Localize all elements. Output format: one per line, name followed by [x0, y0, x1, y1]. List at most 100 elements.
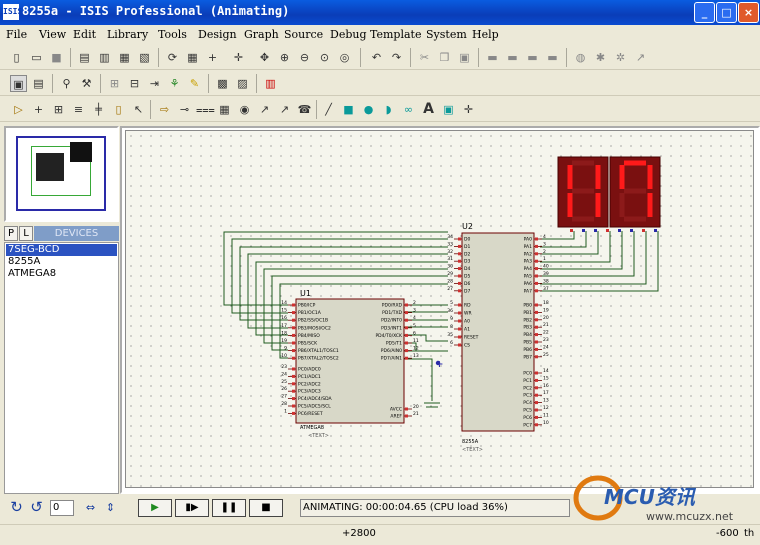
- subcircuit-icon[interactable]: ▯: [110, 101, 127, 118]
- tape-recorder-icon[interactable]: ▦: [216, 101, 233, 118]
- rotate-clockwise-icon[interactable]: ↻: [8, 499, 25, 516]
- text-script-icon[interactable]: ≡: [70, 101, 87, 118]
- menu-help[interactable]: Help: [472, 28, 499, 41]
- arc-tool-icon[interactable]: ◗: [380, 101, 397, 118]
- cut-icon[interactable]: ✂: [416, 49, 433, 66]
- menu-template[interactable]: Template: [370, 28, 421, 41]
- new-file-icon[interactable]: ▯: [8, 49, 25, 66]
- menu-graph[interactable]: Graph: [244, 28, 279, 41]
- play-button[interactable]: ▶: [138, 499, 172, 517]
- goto-sheet-icon[interactable]: ⇥: [146, 75, 163, 92]
- rotation-angle-input[interactable]: 0: [50, 500, 74, 516]
- menu-source[interactable]: Source: [284, 28, 323, 41]
- menu-tools[interactable]: Tools: [158, 28, 187, 41]
- component-mode-icon[interactable]: ▷: [10, 101, 27, 118]
- mirror-horizontal-icon[interactable]: ⇔: [82, 499, 99, 516]
- minimize-button[interactable]: _: [694, 2, 715, 23]
- package-tool-icon[interactable]: ✲: [612, 49, 629, 66]
- close-button[interactable]: ×: [738, 2, 759, 23]
- selection-mode-icon[interactable]: ↖: [130, 101, 147, 118]
- virtual-instrument-icon[interactable]: ☎: [296, 101, 313, 118]
- center-icon[interactable]: ✛: [230, 49, 247, 66]
- path-tool-icon[interactable]: ∞: [400, 101, 417, 118]
- bus-icon[interactable]: ╪: [90, 101, 107, 118]
- junction-icon[interactable]: +: [30, 101, 47, 118]
- block-delete-icon[interactable]: ▬: [544, 49, 561, 66]
- design-explorer-icon[interactable]: ▨: [234, 75, 251, 92]
- library-manager-button[interactable]: L: [19, 226, 33, 241]
- pin-number: 15: [281, 308, 287, 314]
- symbol-tool-icon[interactable]: ▣: [440, 101, 457, 118]
- import-icon[interactable]: ▤: [76, 49, 93, 66]
- paste-icon[interactable]: ▣: [456, 49, 473, 66]
- device-item[interactable]: ATMEGA8: [6, 268, 117, 280]
- device-item[interactable]: 7SEG-BCD: [6, 244, 117, 256]
- copy-icon[interactable]: ❐: [436, 49, 453, 66]
- grid-icon[interactable]: ▦: [184, 49, 201, 66]
- generator-icon[interactable]: ◉: [236, 101, 253, 118]
- step-button[interactable]: ▮▶: [175, 499, 209, 517]
- export-icon[interactable]: ▥: [96, 49, 113, 66]
- voltage-probe-icon[interactable]: ↗: [256, 101, 273, 118]
- print-icon[interactable]: ▦: [116, 49, 133, 66]
- block-copy-icon[interactable]: ▬: [484, 49, 501, 66]
- redo-icon[interactable]: ↷: [388, 49, 405, 66]
- marker-tool-icon[interactable]: ✛: [460, 101, 477, 118]
- schematic-drawing[interactable]: U1 ATMEGA8 <TEXT> U2 8255A <TEXT> 14 PB0/…: [126, 131, 753, 487]
- pick-devices-button[interactable]: P: [4, 226, 18, 241]
- pin-state-marker: [405, 341, 408, 345]
- menu-file[interactable]: File: [6, 28, 27, 41]
- save-file-icon[interactable]: ■: [48, 49, 65, 66]
- remove-sheet-icon[interactable]: ⊟: [126, 75, 143, 92]
- terminal-icon[interactable]: ⇨: [156, 101, 173, 118]
- refresh-icon[interactable]: ⟳: [164, 49, 181, 66]
- menu-debug[interactable]: Debug: [330, 28, 367, 41]
- text-tool-icon[interactable]: A: [420, 101, 437, 118]
- property-tool-icon[interactable]: ⚒: [78, 75, 95, 92]
- block-rotate-icon[interactable]: ▬: [524, 49, 541, 66]
- menu-view[interactable]: View: [39, 28, 66, 41]
- mirror-vertical-icon[interactable]: ⇕: [102, 499, 119, 516]
- device-item[interactable]: 8255A: [6, 256, 117, 268]
- search-tag-icon[interactable]: ⚲: [58, 75, 75, 92]
- open-file-icon[interactable]: ▭: [28, 49, 45, 66]
- bill-of-materials-icon[interactable]: ✎: [186, 75, 203, 92]
- pick-device-icon[interactable]: ◍: [572, 49, 589, 66]
- pcb-mode-icon[interactable]: ▤: [30, 75, 47, 92]
- schematic-sheet[interactable]: U1 ATMEGA8 <TEXT> U2 8255A <TEXT> 14 PB0/…: [125, 130, 754, 488]
- electrical-check-icon[interactable]: ▩: [214, 75, 231, 92]
- false-origin-icon[interactable]: +: [204, 49, 221, 66]
- menu-edit[interactable]: Edit: [73, 28, 96, 41]
- box-tool-icon[interactable]: ■: [340, 101, 357, 118]
- make-device-icon[interactable]: ✱: [592, 49, 609, 66]
- netlist-icon[interactable]: ⚘: [166, 75, 183, 92]
- new-sheet-icon[interactable]: ⊞: [106, 75, 123, 92]
- zoom-out-icon[interactable]: ⊖: [296, 49, 313, 66]
- rotate-anticlockwise-icon[interactable]: ↺: [28, 499, 45, 516]
- maximize-button[interactable]: □: [716, 2, 737, 23]
- menu-system[interactable]: System: [426, 28, 467, 41]
- menu-library[interactable]: Library: [107, 28, 148, 41]
- circle-tool-icon[interactable]: ●: [360, 101, 377, 118]
- block-move-icon[interactable]: ▬: [504, 49, 521, 66]
- pin-icon[interactable]: ⊸: [176, 101, 193, 118]
- schematic-editing-window[interactable]: U1 ATMEGA8 <TEXT> U2 8255A <TEXT> 14 PB0/…: [120, 126, 760, 494]
- overview-window[interactable]: [4, 126, 119, 222]
- decompose-icon[interactable]: ↗: [632, 49, 649, 66]
- line-tool-icon[interactable]: ╱: [320, 101, 337, 118]
- print-area-icon[interactable]: ▧: [136, 49, 153, 66]
- zoom-all-icon[interactable]: ⊙: [316, 49, 333, 66]
- stop-button[interactable]: ■: [249, 499, 283, 517]
- menu-design[interactable]: Design: [198, 28, 237, 41]
- ares-icon[interactable]: ▥: [262, 75, 279, 92]
- schematic-mode-icon[interactable]: ▣: [10, 75, 27, 92]
- wire-label-icon[interactable]: ⊞: [50, 101, 67, 118]
- pan-icon[interactable]: ✥: [256, 49, 273, 66]
- undo-icon[interactable]: ↶: [368, 49, 385, 66]
- zoom-area-icon[interactable]: ◎: [336, 49, 353, 66]
- pause-button[interactable]: ❚❚: [212, 499, 246, 517]
- graph-mode-icon[interactable]: ⩶: [196, 101, 215, 118]
- device-list[interactable]: 7SEG-BCD 8255A ATMEGA8: [4, 242, 119, 494]
- zoom-in-icon[interactable]: ⊕: [276, 49, 293, 66]
- current-probe-icon[interactable]: ↗: [276, 101, 293, 118]
